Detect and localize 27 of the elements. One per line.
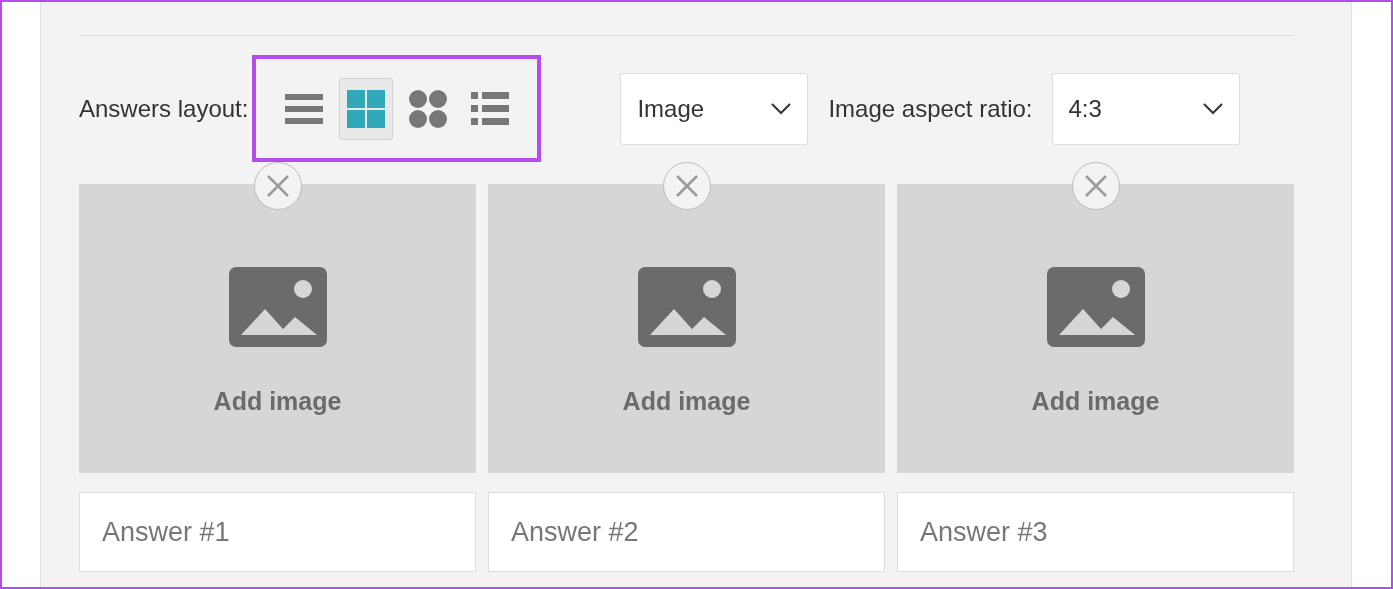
add-image-label: Add image <box>622 385 751 417</box>
close-icon <box>674 174 699 198</box>
aspect-ratio-label: Image aspect ratio: <box>828 93 1033 124</box>
answer-field[interactable]: Answer #1 <box>79 492 476 572</box>
layout-label: Answers layout: <box>79 93 249 124</box>
image-icon <box>228 266 327 347</box>
add-image-label: Add image <box>213 385 342 417</box>
answer-field[interactable]: Answer #3 <box>897 492 1294 572</box>
layout-option-button[interactable] <box>338 77 393 140</box>
close-icon <box>265 174 290 198</box>
grid-icon <box>345 88 386 129</box>
add-image-label: Add image <box>1031 385 1160 417</box>
chevron-down-icon <box>1202 102 1223 115</box>
image-placeholder[interactable]: Add image <box>897 184 1294 473</box>
chevron-down-icon <box>771 102 792 115</box>
image-icon <box>637 266 736 347</box>
close-button[interactable] <box>253 162 302 210</box>
aspect-ratio-dropdown[interactable]: 4:3 <box>1051 72 1240 145</box>
image-icon <box>1046 266 1145 347</box>
close-button[interactable] <box>1071 162 1120 210</box>
image-placeholder[interactable]: Add image <box>79 184 476 473</box>
answer-type-dropdown[interactable]: Image <box>620 72 809 145</box>
answer-field[interactable]: Answer #2 <box>488 492 885 572</box>
close-button[interactable] <box>662 162 711 210</box>
image-placeholder[interactable]: Add image <box>488 184 885 473</box>
dots-grid-icon <box>408 88 449 129</box>
close-icon <box>1083 174 1108 198</box>
